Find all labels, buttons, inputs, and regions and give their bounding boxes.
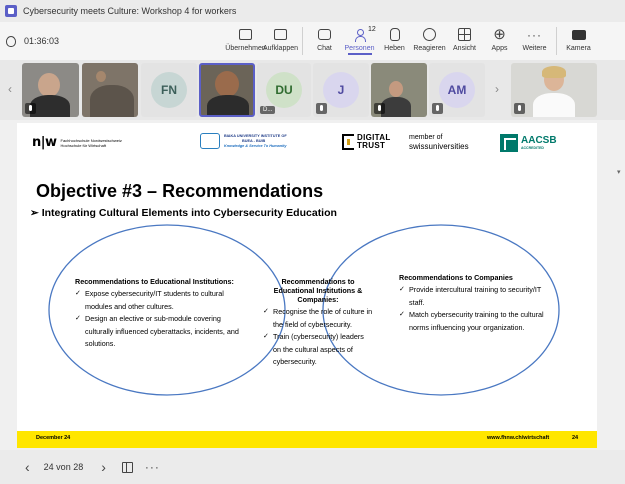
left-recommendations: Recommendations to Educational Instituti… <box>75 277 245 351</box>
share-label: Übernehmen <box>225 45 266 52</box>
people-icon <box>355 28 366 42</box>
apps-label: Apps <box>491 45 508 52</box>
right-list: Provide intercultural training to securi… <box>399 284 549 334</box>
participant-tile[interactable] <box>511 63 597 117</box>
mic-off-icon <box>374 103 385 114</box>
pop-out-icon <box>274 29 287 40</box>
title-bar: Cybersecurity meets Culture: Workshop 4 … <box>0 0 625 22</box>
center-heading: Recommendations to Educational Instituti… <box>273 277 363 304</box>
apps-button[interactable]: ⊕ Apps <box>482 22 517 60</box>
slide-number: 24 <box>572 435 579 441</box>
raise-hand-button[interactable]: Heben <box>377 22 412 60</box>
center-recommendations: Recommendations to Educational Instituti… <box>263 277 373 369</box>
view-grid-icon <box>458 28 471 41</box>
more-button[interactable]: ··· Weitere <box>517 22 552 60</box>
presentation-controls: ‹ 24 von 28 › ··· <box>0 450 625 484</box>
meeting-timer: 01:36:03 <box>6 35 60 47</box>
more-label: Weitere <box>522 45 547 52</box>
toolbar-actions: Übernehmen Aufklappen Chat 12 Personen H… <box>225 22 596 60</box>
more-options-icon[interactable]: ··· <box>145 460 160 474</box>
page-indicator: 24 von 28 <box>43 462 84 472</box>
participant-tile[interactable]: AM <box>429 63 485 117</box>
right-recommendations: Recommendations to Companies Provide int… <box>399 273 549 334</box>
more-icon: ··· <box>527 27 542 42</box>
mic-off-icon <box>514 103 525 114</box>
elapsed-time: 01:36:03 <box>24 36 60 46</box>
camera-button[interactable]: Kamera <box>561 22 596 60</box>
participant-tile[interactable] <box>82 63 138 117</box>
meeting-toolbar: 01:36:03 Übernehmen Aufklappen Chat 12 P… <box>0 22 625 60</box>
left-heading: Recommendations to Educational Instituti… <box>75 277 234 286</box>
slide-footer-bar: December 24 www.fhnw.ch/wirtschaft 24 <box>17 431 597 448</box>
strip-prev-icon[interactable]: ‹ <box>8 82 12 96</box>
left-item: Expose cybersecurity/IT students to cult… <box>75 288 245 313</box>
camera-label: Kamera <box>566 45 591 52</box>
participant-tile[interactable] <box>22 63 79 117</box>
center-list: Recognise the role of culture in the fie… <box>263 306 373 369</box>
people-button[interactable]: 12 Personen <box>342 22 377 60</box>
avatar: FN <box>151 72 187 108</box>
strip-next-icon[interactable]: › <box>495 82 499 96</box>
participant-name: D... <box>260 106 276 114</box>
view-button[interactable]: Ansicht <box>447 22 482 60</box>
chat-label: Chat <box>317 45 332 52</box>
right-heading: Recommendations to Companies <box>399 273 513 282</box>
mic-off-icon <box>25 103 36 114</box>
people-label: Personen <box>344 45 375 52</box>
slide-footer-date: December 24 <box>36 435 71 441</box>
next-slide-button[interactable]: › <box>101 459 106 475</box>
participant-tile[interactable]: FN <box>141 63 197 117</box>
right-item: Match cybersecurity training to the cult… <box>399 309 549 334</box>
chat-icon <box>318 29 331 40</box>
window-title: Cybersecurity meets Culture: Workshop 4 … <box>23 6 237 16</box>
slide-footer-url: www.fhnw.ch/wirtschaft <box>487 435 550 441</box>
popout-button[interactable]: Aufklappen <box>263 22 298 60</box>
teams-app-icon <box>5 5 17 17</box>
center-item: Recognise the role of culture in the fie… <box>263 306 373 331</box>
chat-button[interactable]: Chat <box>307 22 342 60</box>
right-item: Provide intercultural training to securi… <box>399 284 549 309</box>
share-button[interactable]: Übernehmen <box>225 22 266 60</box>
shield-icon <box>6 35 16 47</box>
toolbar-divider <box>556 27 557 55</box>
share-screen-icon <box>239 29 252 40</box>
shared-content-stage: n|w Fachhochschule Nordwestschweiz Hochsc… <box>0 120 625 450</box>
view-label: Ansicht <box>453 45 476 52</box>
mic-off-icon <box>316 103 327 114</box>
raise-hand-icon <box>389 28 400 41</box>
avatar: AM <box>439 72 475 108</box>
center-item: Train (cybersecurity) leaders on the cul… <box>263 331 373 369</box>
left-item: Design an elective or sub-module coverin… <box>75 313 245 351</box>
slide-panel-icon[interactable] <box>121 461 133 473</box>
participant-tile[interactable]: DU D... <box>257 63 311 117</box>
react-label: Reagieren <box>413 45 446 52</box>
apps-plus-icon: ⊕ <box>493 26 506 43</box>
raise-hand-label: Heben <box>384 45 405 52</box>
left-list: Expose cybersecurity/IT students to cult… <box>75 288 245 351</box>
caret-down-icon[interactable]: ▾ <box>617 168 621 176</box>
react-button[interactable]: Reagieren <box>412 22 447 60</box>
people-count: 12 <box>368 26 376 33</box>
participant-tile[interactable] <box>371 63 427 117</box>
avatar: DU <box>266 72 302 108</box>
previous-slide-button[interactable]: ‹ <box>25 459 30 475</box>
avatar: J <box>323 72 359 108</box>
participant-strip: ‹ FN DU D... J AM › <box>0 60 625 120</box>
popout-label: Aufklappen <box>262 45 299 52</box>
react-icon <box>423 28 436 41</box>
toolbar-divider <box>302 27 303 55</box>
participant-tile-active[interactable] <box>199 63 255 117</box>
camera-icon <box>571 29 586 40</box>
presentation-slide: n|w Fachhochschule Nordwestschweiz Hochsc… <box>17 123 597 448</box>
participant-tile[interactable]: J <box>313 63 369 117</box>
mic-off-icon <box>432 103 443 114</box>
